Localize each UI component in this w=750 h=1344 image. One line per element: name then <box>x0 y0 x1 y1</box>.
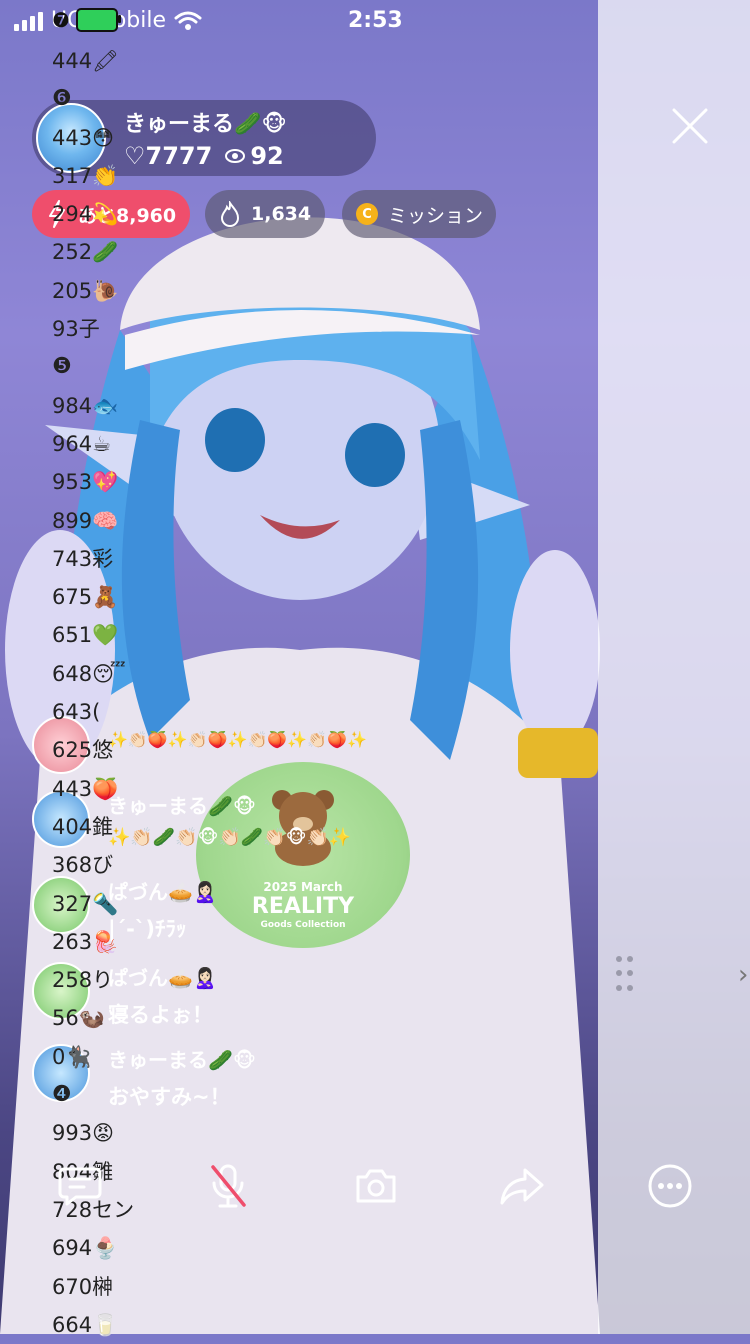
wifi-icon <box>174 11 202 30</box>
merch-title: REALITY <box>251 894 355 919</box>
host-name: きゅーまる🥒🐵 <box>124 112 287 137</box>
ranking-item[interactable]: ❹ <box>52 1076 134 1114</box>
ranking-item[interactable]: 670榊 <box>52 1268 134 1306</box>
ranking-item[interactable]: 651💚 <box>52 616 134 654</box>
ranking-item[interactable]: 964☕ <box>52 425 134 463</box>
coin-icon: C <box>354 201 380 227</box>
camera-icon <box>356 1169 396 1203</box>
merch-subtitle: Goods Collection <box>260 920 346 930</box>
mic-off-icon <box>211 1164 246 1208</box>
comment-text: ✨👏🏻🍑✨👏🏻🍑✨👏🏻🍑✨👏🏻🍑✨ <box>108 730 367 749</box>
camera-button[interactable] <box>350 1160 402 1212</box>
ranking-item[interactable]: ❻ <box>52 80 134 118</box>
ranking-item[interactable]: 444🖍 <box>52 42 134 80</box>
ranking-item[interactable]: 625悠 <box>52 731 134 769</box>
merch-date: 2025 March <box>263 880 343 894</box>
ranking-item[interactable]: 368び <box>52 846 134 884</box>
ranking-item[interactable]: 953💖 <box>52 463 134 501</box>
comment-button[interactable] <box>54 1160 106 1212</box>
ranking-item[interactable]: 294💫 <box>52 195 134 233</box>
close-icon[interactable] <box>668 104 712 148</box>
ranking-item[interactable]: 258り <box>52 961 134 999</box>
ranking-item[interactable]: 694🍨 <box>52 1229 134 1267</box>
comment-username: きゅーまる🥒🐵 <box>108 794 257 818</box>
ranking-item[interactable]: 205🐌 <box>52 272 134 310</box>
more-icon <box>648 1164 692 1208</box>
ranking-item[interactable]: 743彩 <box>52 540 134 578</box>
drag-handle-icon[interactable] <box>616 956 636 996</box>
more-options-button[interactable] <box>644 1160 696 1212</box>
ranking-item[interactable]: 643( <box>52 693 134 731</box>
ranking-item[interactable]: 899🧠 <box>52 502 134 540</box>
viewers: 92 <box>224 142 284 170</box>
viewers-count: 92 <box>250 142 284 170</box>
ranking-item[interactable]: 443🍑 <box>52 770 134 808</box>
ranking-item[interactable]: 93子 <box>52 310 134 348</box>
clock: 2:53 <box>348 8 403 33</box>
host-info: きゅーまる🥒🐵 ♡7777 92 <box>124 106 287 170</box>
chevron-right-icon[interactable]: › <box>738 960 748 990</box>
ranking-item[interactable]: 252🥒 <box>52 233 134 271</box>
ranking-item[interactable]: 0🐈‍⬛ <box>52 1038 134 1076</box>
rank-badge: ❼ <box>52 8 70 32</box>
eye-icon <box>225 149 246 163</box>
ranking-item[interactable]: 263🪼 <box>52 923 134 961</box>
mission-pill[interactable]: C ミッション <box>342 190 496 238</box>
host-stats: ♡7777 92 <box>124 142 287 170</box>
ranking-panel[interactable] <box>598 0 750 1334</box>
ranking-item[interactable]: 984🐟 <box>52 387 134 425</box>
comment-text: ✨👏🏻🥒👏🏻🐵👏🏻🥒👏🏻🐵👏🏻✨ <box>108 827 352 848</box>
ranking-header: ❼ <box>52 8 121 32</box>
ranking-item[interactable]: 675🧸 <box>52 578 134 616</box>
ranking-item[interactable]: 317👏 <box>52 157 134 195</box>
flame-icon <box>217 201 243 227</box>
likes-count: ♡7777 <box>124 142 213 170</box>
ranking-item[interactable]: 648😴 <box>52 655 134 693</box>
battery-icon <box>75 8 121 32</box>
mic-mute-button[interactable] <box>202 1160 254 1212</box>
share-arrow-icon <box>500 1168 544 1205</box>
chat-icon <box>58 1167 102 1206</box>
fire-pill[interactable]: 1,634 <box>205 190 325 238</box>
ranking-item[interactable]: 443😳 <box>52 119 134 157</box>
ranking-item[interactable]: 664🥛 <box>52 1306 134 1344</box>
ranking-list: 444🖍 ❻ 443😳 317👏 294💫 252🥒 205🐌 93子 ❺ 984🐟 964☕ 953… <box>52 42 134 1344</box>
ranking-item[interactable]: 993😡 <box>52 1114 134 1152</box>
ranking-item[interactable]: 404錐 <box>52 808 134 846</box>
mission-label: ミッション <box>388 204 484 227</box>
signal-icon <box>14 11 43 31</box>
fire-count: 1,634 <box>251 203 312 225</box>
ranking-item[interactable]: 327🔦 <box>52 885 134 923</box>
ranking-item[interactable]: 56🦦 <box>52 999 134 1037</box>
ranking-item[interactable]: ❺ <box>52 348 134 386</box>
share-button[interactable] <box>496 1160 548 1212</box>
